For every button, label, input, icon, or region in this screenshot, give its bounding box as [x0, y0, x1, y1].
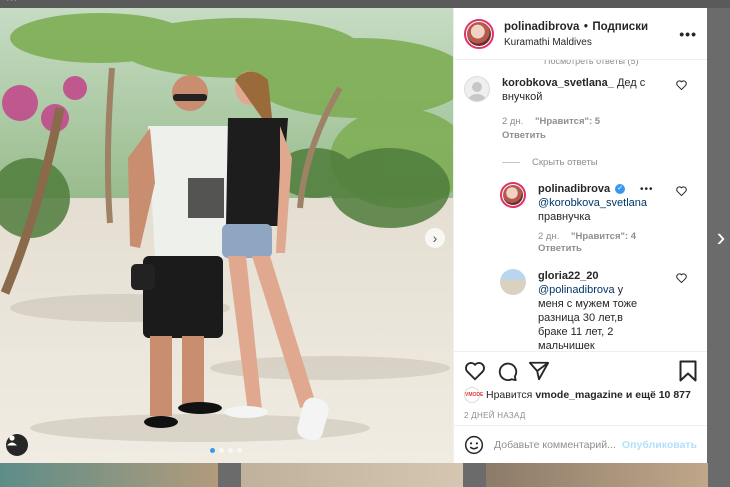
comment-body: gloria22_20 @polinadibrova у меня с муже…: [538, 269, 650, 351]
thumbnail[interactable]: [486, 463, 708, 487]
reply-button[interactable]: Ответить: [502, 130, 546, 141]
background-feed-stub: ···: [6, 0, 17, 6]
thumbnail[interactable]: [0, 463, 218, 487]
hide-replies-label: Скрыть ответы: [532, 157, 598, 168]
post-location[interactable]: Kuramathi Maldives: [504, 35, 648, 50]
background-feed-thumbnails: [0, 463, 730, 487]
publish-button[interactable]: Опубликовать: [622, 439, 697, 451]
comment-like-heart-icon[interactable]: [676, 273, 687, 286]
commenter-avatar[interactable]: [464, 76, 490, 102]
post-modal: › polinadibrova • Подписки Kuramathi Mal…: [0, 8, 707, 463]
comment-body: korobkova_svetlana_ Дед с внучкой 2 дн. …: [502, 76, 657, 143]
author-avatar[interactable]: [464, 18, 494, 49]
comment-text: правнучка: [538, 211, 591, 223]
verified-badge-icon: ✓: [615, 184, 626, 195]
hide-replies-line: [502, 162, 520, 163]
following-button[interactable]: Подписки: [592, 21, 648, 33]
carousel-dot: [228, 448, 233, 453]
comment-like-heart-icon[interactable]: [676, 80, 687, 93]
comment-likes[interactable]: "Нравится": 5: [535, 116, 600, 127]
author-username[interactable]: polinadibrova: [504, 21, 579, 33]
comment: korobkova_svetlana_ Дед с внучкой 2 дн. …: [464, 76, 697, 143]
comment-mention[interactable]: @korobkova_svetlana: [538, 197, 647, 209]
liker-avatar[interactable]: VMODE: [464, 387, 483, 403]
action-icons: [464, 360, 697, 382]
emoji-icon[interactable]: [464, 435, 484, 455]
next-post-arrow[interactable]: ›: [712, 222, 730, 252]
comment-age[interactable]: 2 дн.: [502, 116, 523, 127]
likes-count[interactable]: и ещё 10 877: [626, 389, 691, 401]
comments-list[interactable]: Посмотреть ответы (5) korobkova_svetlana…: [454, 60, 707, 351]
comment-username[interactable]: korobkova_svetlana_: [502, 77, 614, 89]
thumbnail[interactable]: [241, 463, 463, 487]
carousel-dot: [237, 448, 242, 453]
add-comment-input[interactable]: Добавьте комментарий...: [494, 439, 622, 451]
comment-mention[interactable]: @polinadibrova: [538, 284, 615, 296]
post-header: polinadibrova • Подписки Kuramathi Maldi…: [454, 8, 707, 60]
comment-username[interactable]: gloria22_20: [538, 270, 599, 282]
comment-like-heart-icon[interactable]: [676, 186, 687, 199]
comment-body: polinadibrova ✓ @korobkova_svetlana прав…: [538, 182, 650, 255]
share-paper-plane-icon[interactable]: [528, 360, 550, 382]
post-date[interactable]: 2 ДНЕЙ НАЗАД: [464, 411, 697, 420]
more-options-icon[interactable]: •••: [679, 26, 697, 42]
carousel-dot: [210, 448, 215, 453]
reply-comment: gloria22_20 @polinadibrova у меня с муже…: [500, 269, 697, 351]
likes-summary: VMODE Нравится vmode_magazine и ещё 10 8…: [464, 387, 697, 403]
carousel-dot: [219, 448, 224, 453]
likes-prefix: Нравится: [486, 389, 533, 401]
post-actions: VMODE Нравится vmode_magazine и ещё 10 8…: [454, 351, 707, 463]
comment-likes[interactable]: "Нравится": 4: [571, 231, 636, 242]
tagged-users-button[interactable]: [6, 434, 28, 456]
comment-bubble-icon[interactable]: [496, 360, 518, 382]
author-info: polinadibrova • Подписки Kuramathi Maldi…: [504, 18, 648, 50]
comment-meta: 2 дн. "Нравится": 5 Ответить: [502, 115, 657, 143]
comment-meta: 2 дн. "Нравится": 4 Ответить: [538, 231, 650, 255]
reply-button[interactable]: Ответить: [538, 243, 582, 254]
add-comment-bar: Добавьте комментарий... Опубликовать: [454, 425, 707, 463]
like-heart-icon[interactable]: [464, 360, 486, 382]
view-replies-link[interactable]: Посмотреть ответы (5): [464, 60, 697, 68]
post-sidebar: polinadibrova • Подписки Kuramathi Maldi…: [453, 8, 707, 463]
background-feed-top: ···: [0, 0, 730, 8]
commenter-avatar[interactable]: [500, 182, 526, 208]
commenter-avatar[interactable]: [500, 269, 526, 295]
header-separator: •: [583, 20, 588, 33]
comment-age[interactable]: 2 дн.: [538, 231, 559, 242]
reply-comment: polinadibrova ✓ @korobkova_svetlana прав…: [500, 182, 697, 255]
hide-replies-button[interactable]: Скрыть ответы: [502, 157, 697, 168]
beach-photo: [0, 8, 453, 463]
carousel-next-button[interactable]: ›: [425, 228, 445, 248]
liker-username[interactable]: vmode_magazine: [535, 389, 623, 401]
bookmark-icon[interactable]: [679, 360, 697, 382]
carousel-dots: [210, 448, 242, 453]
user-icon: [7, 435, 17, 446]
comment-options-icon[interactable]: •••: [640, 184, 654, 195]
post-photo[interactable]: ›: [0, 8, 453, 463]
comment-username[interactable]: polinadibrova: [538, 183, 610, 195]
